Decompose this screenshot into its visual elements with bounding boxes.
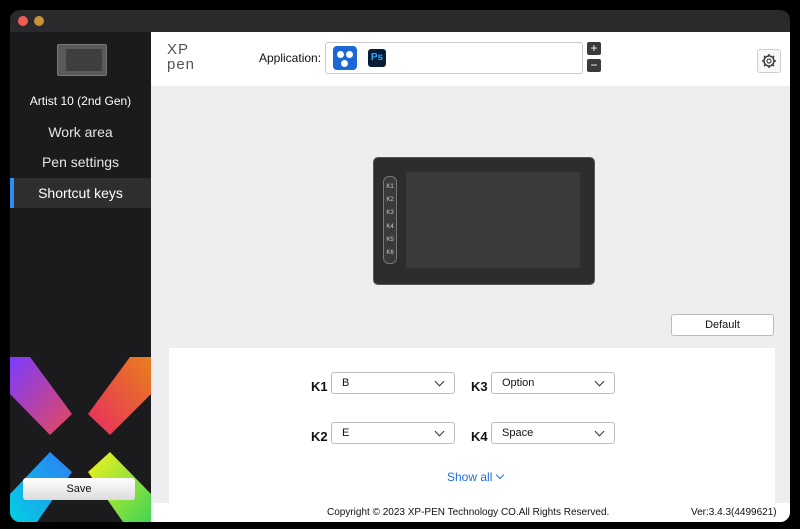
- key-label-k1: K1: [311, 379, 328, 394]
- photoshop-icon[interactable]: Ps: [368, 49, 386, 67]
- k1-shortcut-select[interactable]: B: [331, 372, 455, 394]
- chevron-down-icon: [496, 470, 505, 480]
- device-name: Artist 10 (2nd Gen): [29, 94, 132, 108]
- k3-shortcut-value: Option: [502, 377, 535, 389]
- save-button[interactable]: Save: [23, 478, 135, 500]
- key-label-k2: K2: [311, 429, 328, 444]
- shortcut-keys-panel: K1 B K3 Option K2 E K4 Space Show all: [169, 348, 775, 503]
- xppen-logo: XP pen: [167, 42, 195, 72]
- remove-application-button[interactable]: −: [587, 59, 601, 72]
- k2-shortcut-value: E: [342, 427, 350, 439]
- k4-shortcut-select[interactable]: Space: [491, 422, 615, 444]
- express-key-label: K6: [386, 250, 394, 256]
- express-key-label: K4: [386, 224, 394, 230]
- express-key-label: K1: [386, 184, 394, 190]
- chevron-down-icon: [434, 426, 445, 437]
- express-key-label: K5: [386, 237, 394, 243]
- version-text: Ver:3.4.3(4499621): [691, 507, 777, 518]
- chevron-down-icon: [594, 376, 605, 387]
- tablet-preview: K1 K2 K3 K4 K5 K6: [373, 157, 595, 285]
- express-keys-strip: K1 K2 K3 K4 K5 K6: [383, 176, 397, 264]
- application-label: Application:: [259, 51, 322, 65]
- all-apps-icon[interactable]: [333, 46, 357, 70]
- chevron-down-icon: [594, 426, 605, 437]
- gear-icon: [762, 54, 776, 68]
- header: XP pen Application: Ps + −: [151, 32, 790, 86]
- tablet-screen: [406, 172, 580, 268]
- k3-shortcut-select[interactable]: Option: [491, 372, 615, 394]
- settings-button[interactable]: [757, 49, 781, 73]
- sidebar: Artist 10 (2nd Gen) Work area Pen settin…: [10, 32, 151, 522]
- logo-bottom-text: pen: [167, 56, 196, 73]
- chevron-down-icon: [434, 376, 445, 387]
- k2-shortcut-select[interactable]: E: [331, 422, 455, 444]
- main-panel: XP pen Application: Ps + − K1 K2 K3 K4 K…: [151, 32, 790, 522]
- sidebar-item-pen-settings[interactable]: Pen settings: [10, 147, 151, 177]
- express-key-label: K2: [386, 197, 394, 203]
- k4-shortcut-value: Space: [502, 427, 534, 439]
- app-window: Artist 10 (2nd Gen) Work area Pen settin…: [10, 10, 790, 522]
- minimize-window-button[interactable]: [34, 16, 44, 26]
- show-all-label: Show all: [447, 470, 493, 484]
- close-window-button[interactable]: [18, 16, 28, 26]
- title-bar: [10, 10, 790, 32]
- express-key-label: K3: [386, 210, 394, 216]
- sidebar-item-shortcut-keys[interactable]: Shortcut keys: [10, 178, 151, 208]
- k1-shortcut-value: B: [342, 377, 350, 389]
- default-button[interactable]: Default: [671, 314, 774, 336]
- key-label-k3: K3: [471, 379, 488, 394]
- footer: Copyright © 2023 XP-PEN Technology CO.Al…: [151, 503, 790, 522]
- application-selector: Ps: [325, 42, 583, 74]
- add-application-button[interactable]: +: [587, 42, 601, 55]
- key-label-k4: K4: [471, 429, 488, 444]
- device-thumbnail-icon: [57, 44, 107, 76]
- logo-top-text: XP: [167, 41, 190, 58]
- show-all-link[interactable]: Show all: [447, 470, 505, 484]
- copyright-text: Copyright © 2023 XP-PEN Technology CO.Al…: [327, 507, 610, 518]
- sidebar-item-work-area[interactable]: Work area: [10, 117, 151, 147]
